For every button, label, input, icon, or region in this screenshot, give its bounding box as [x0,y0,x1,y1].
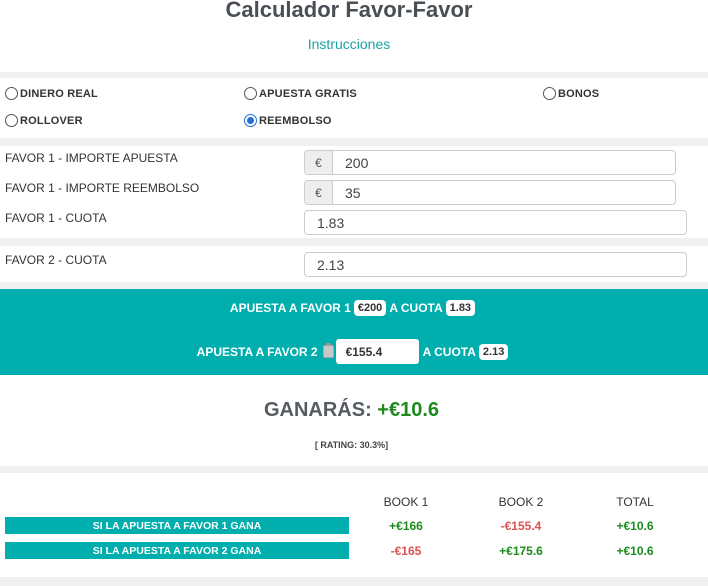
column-header-total: TOTAL [616,495,654,509]
radio-button[interactable] [5,87,18,100]
radio-label: BONOS [558,87,600,100]
favor1-amount-input[interactable]: 200 [333,151,675,174]
rating-text: [ RATING: 30.3%] [314,440,389,450]
radio-button[interactable] [244,87,257,100]
radio-apuesta-gratis[interactable]: APUESTA GRATIS [244,87,357,100]
header: Calculador Favor-Favor Instrucciones [0,0,708,72]
favor1-amount-field[interactable]: € 200 [304,150,676,175]
radio-button[interactable] [543,87,556,100]
bet2-odds-chip: 2.13 [478,343,509,360]
radio-label: REEMBOLSO [259,114,332,127]
radio-rollover[interactable]: ROLLOVER [5,114,83,127]
instructions-link[interactable]: Instrucciones [0,36,698,52]
favor1-odds-field[interactable]: 1.83 [304,210,687,235]
bet1-summary-row: APUESTA A FAVOR 1 €200 A CUOTA 1.83 [0,298,708,318]
profit-label: GANARÁS: [263,399,372,421]
radio-bonos[interactable]: BONOS [543,87,599,100]
clipboard-icon[interactable] [322,343,334,358]
radio-button-selected[interactable] [244,114,257,127]
radio-label: DINERO REAL [20,87,98,100]
favor1-odds-input[interactable]: 1.83 [305,211,686,234]
bet-type-panel: DINERO REAL APUESTA GRATIS BONOS ROLLOVE… [0,78,708,138]
column-header-book1: BOOK 1 [383,495,429,509]
row1-book1-value: +€166 [389,519,423,533]
row2-total-value: +€10.6 [616,544,654,558]
bet1-odds-chip: 1.83 [445,300,476,316]
scenario-favor2-wins: SI LA APUESTA A FAVOR 2 GANA [5,542,349,559]
favor1-refund-label: FAVOR 1 - IMPORTE REEMBOLSO [5,181,200,195]
currency-addon: € [305,151,333,174]
bet2-label: APUESTA A FAVOR 2 [196,344,318,359]
favor2-odds-label: FAVOR 2 - CUOTA [5,253,107,267]
row1-total-value: +€10.6 [616,519,654,533]
profit-result: GANARÁS: +€10.6 [0,399,703,422]
radio-dinero-real[interactable]: DINERO REAL [5,87,98,100]
bet1-label: APUESTA A FAVOR 1 [229,301,351,315]
bet1-amount-chip: €200 [353,300,387,316]
bet1-odds-label: A CUOTA [389,301,443,315]
favor1-refund-field[interactable]: € 35 [304,180,676,205]
favor1-amount-label: FAVOR 1 - IMPORTE APUESTA [5,151,178,165]
bet2-summary-row: APUESTA A FAVOR 2 €155.4 A CUOTA 2.13 [0,339,708,364]
favor2-odds-field[interactable]: 2.13 [304,252,687,277]
favor2-inputs-panel: FAVOR 2 - CUOTA 2.13 [0,246,708,282]
bet2-amount-box[interactable]: €155.4 [335,339,419,364]
column-header-book2: BOOK 2 [498,495,544,509]
favor1-inputs-panel: FAVOR 1 - IMPORTE APUESTA € 200 FAVOR 1 … [0,146,708,238]
radio-label: APUESTA GRATIS [259,87,357,100]
radio-reembolso[interactable]: REEMBOLSO [244,114,332,127]
radio-label: ROLLOVER [20,114,83,127]
result-panel: GANARÁS: +€10.6 [ RATING: 30.3%] [0,375,708,466]
row2-book1-value: -€165 [390,544,422,558]
favor1-odds-label: FAVOR 1 - CUOTA [5,211,107,225]
row2-book2-value: +€175.6 [499,544,543,558]
profit-value: +€10.6 [377,399,440,421]
bet2-odds-label: A CUOTA [422,344,476,359]
favor1-refund-input[interactable]: 35 [333,181,675,204]
row1-book2-value: -€155.4 [500,519,542,533]
outcomes-table: BOOK 1 BOOK 2 TOTAL SI LA APUESTA A FAVO… [0,473,708,577]
scenario-favor1-wins: SI LA APUESTA A FAVOR 1 GANA [5,517,349,534]
bet-summary-panel: APUESTA A FAVOR 1 €200 A CUOTA 1.83 APUE… [0,289,708,375]
page-title: Calculador Favor-Favor [225,0,473,22]
radio-button[interactable] [5,114,18,127]
favor2-odds-input[interactable]: 2.13 [305,253,686,276]
currency-addon: € [305,181,333,204]
